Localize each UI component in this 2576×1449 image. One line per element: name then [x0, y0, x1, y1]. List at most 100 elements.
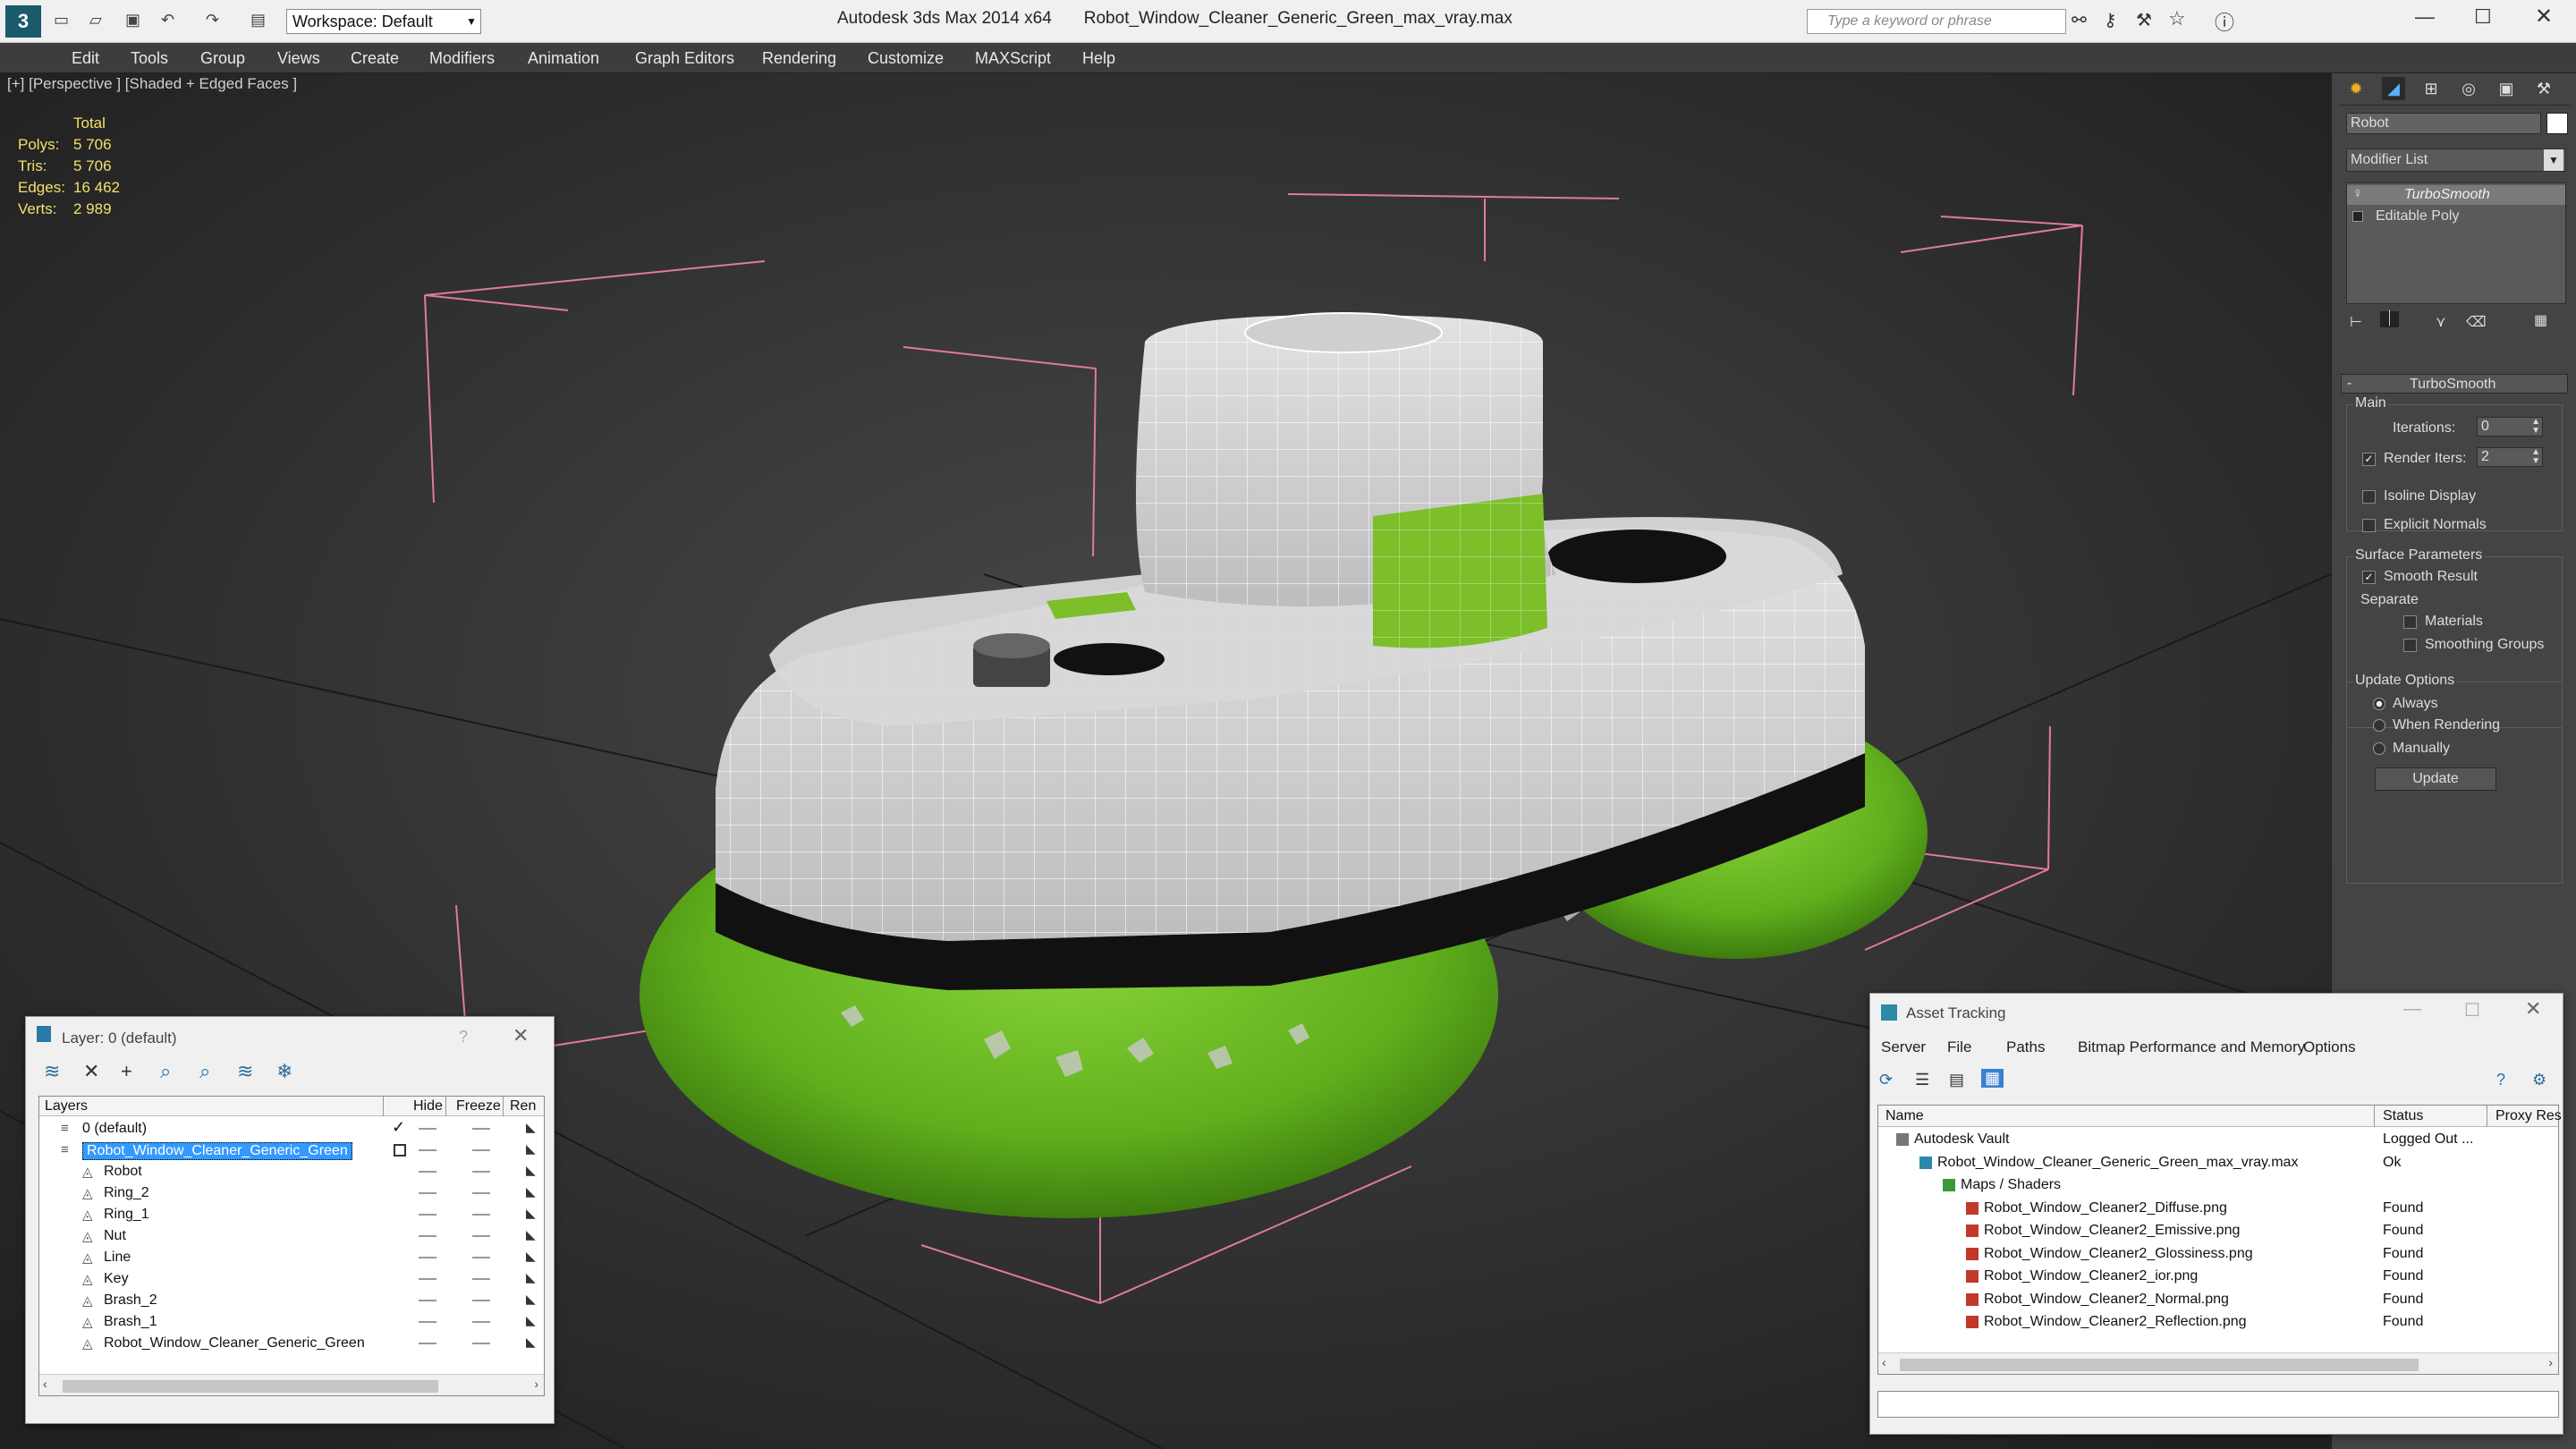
- remove-modifier-icon[interactable]: ⌫: [2466, 313, 2487, 331]
- set-current-layer-icon[interactable]: [394, 1144, 406, 1157]
- smooth-result-checkbox[interactable]: ✓: [2362, 571, 2376, 584]
- render-iters-spinner[interactable]: 2 ▲ ▼: [2477, 447, 2543, 467]
- close-icon[interactable]: ✕: [2535, 4, 2553, 30]
- help-icon[interactable]: ?: [2496, 1071, 2505, 1089]
- layer-freeze-toggle[interactable]: [472, 1343, 490, 1344]
- render-teapot-icon[interactable]: ◣: [526, 1335, 536, 1350]
- layer-hide-toggle[interactable]: [419, 1171, 436, 1173]
- close-icon[interactable]: ✕: [513, 1024, 529, 1047]
- menu-bitmap-performance[interactable]: Bitmap Performance and Memory: [2078, 1038, 2305, 1056]
- hide-all-icon[interactable]: ≋: [237, 1060, 253, 1083]
- asset-row[interactable]: Robot_Window_Cleaner2_Reflection.png Foun…: [1878, 1311, 2558, 1334]
- object-name-field[interactable]: Robot: [2346, 113, 2541, 134]
- spinner-arrows-icon[interactable]: ▲ ▼: [2531, 418, 2540, 436]
- delete-layer-icon[interactable]: ✕: [83, 1060, 99, 1083]
- render-iters-checkbox[interactable]: ✓: [2362, 453, 2376, 466]
- always-radio[interactable]: [2373, 698, 2385, 710]
- col-hide[interactable]: Hide: [413, 1098, 443, 1114]
- modify-tab-icon[interactable]: ◢: [2382, 77, 2405, 100]
- open-file-icon[interactable]: ▱: [89, 11, 102, 30]
- expand-plus-icon[interactable]: [2352, 211, 2363, 222]
- render-teapot-icon[interactable]: ◣: [526, 1184, 536, 1199]
- isoline-checkbox[interactable]: [2362, 490, 2376, 504]
- col-proxy-res[interactable]: Proxy Res: [2496, 1108, 2562, 1124]
- render-teapot-icon[interactable]: ◣: [526, 1120, 536, 1135]
- asset-row[interactable]: Robot_Window_Cleaner2_Normal.png Found: [1878, 1289, 2558, 1311]
- layer-row[interactable]: ◬ Robot ◣: [39, 1161, 544, 1182]
- app-logo-icon[interactable]: 3: [5, 5, 41, 38]
- minimize-icon[interactable]: —: [2415, 5, 2435, 29]
- freeze-all-icon[interactable]: ❄: [276, 1060, 292, 1083]
- close-icon[interactable]: ✕: [2525, 997, 2541, 1021]
- configure-sets-icon[interactable]: ▦: [2534, 311, 2547, 329]
- maximize-icon[interactable]: ☐: [2464, 999, 2480, 1021]
- layer-row[interactable]: ◬ Brash_1 ◣: [39, 1311, 544, 1333]
- layer-hide-toggle[interactable]: [419, 1192, 436, 1194]
- rollout-header[interactable]: - TurboSmooth: [2341, 374, 2568, 394]
- layer-row[interactable]: ◬ Robot_Window_Cleaner_Generic_Green ◣: [39, 1333, 544, 1354]
- motion-tab-icon[interactable]: ◎: [2457, 77, 2480, 100]
- col-layers[interactable]: Layers: [45, 1098, 88, 1114]
- menu-edit[interactable]: Edit: [72, 43, 99, 73]
- manually-radio[interactable]: [2373, 742, 2385, 755]
- hierarchy-tab-icon[interactable]: ⊞: [2419, 77, 2443, 100]
- layer-freeze-toggle[interactable]: [472, 1300, 490, 1301]
- layer-hide-toggle[interactable]: [419, 1300, 436, 1301]
- layer-freeze-toggle[interactable]: [472, 1128, 490, 1130]
- layer-row[interactable]: ◬ Ring_1 ◣: [39, 1204, 544, 1225]
- layer-hide-toggle[interactable]: [419, 1235, 436, 1237]
- render-teapot-icon[interactable]: ◣: [526, 1227, 536, 1242]
- menu-modifiers[interactable]: Modifiers: [429, 43, 495, 73]
- asset-path-field[interactable]: [1877, 1391, 2559, 1418]
- menu-views[interactable]: Views: [277, 43, 320, 73]
- menu-rendering[interactable]: Rendering: [762, 43, 836, 73]
- menu-customize[interactable]: Customize: [868, 43, 944, 73]
- help-icon[interactable]: ⓘ: [2215, 7, 2234, 36]
- layer-freeze-toggle[interactable]: [472, 1192, 490, 1194]
- render-teapot-icon[interactable]: ◣: [526, 1163, 536, 1178]
- asset-row[interactable]: Robot_Window_Cleaner2_Diffuse.png Found: [1878, 1198, 2558, 1220]
- layer-hide-toggle[interactable]: [419, 1214, 436, 1216]
- layer-row[interactable]: ≡ 0 (default) ◣ ✓: [39, 1118, 544, 1140]
- refresh-icon[interactable]: ⟳: [1879, 1071, 1893, 1089]
- menu-group[interactable]: Group: [200, 43, 245, 73]
- menu-paths[interactable]: Paths: [2006, 1038, 2045, 1056]
- layer-freeze-toggle[interactable]: [472, 1149, 490, 1151]
- menu-help[interactable]: Help: [1082, 43, 1115, 73]
- render-teapot-icon[interactable]: ◣: [526, 1313, 536, 1328]
- layer-hide-toggle[interactable]: [419, 1149, 436, 1151]
- smoothing-groups-checkbox[interactable]: [2403, 639, 2417, 652]
- asset-row[interactable]: Robot_Window_Cleaner2_Emissive.png Found: [1878, 1220, 2558, 1242]
- render-teapot-icon[interactable]: ◣: [526, 1270, 536, 1285]
- render-teapot-icon[interactable]: ◣: [526, 1206, 536, 1221]
- show-end-result-icon[interactable]: ⏐: [2380, 311, 2400, 327]
- layer-hide-toggle[interactable]: [419, 1257, 436, 1258]
- layer-freeze-toggle[interactable]: [472, 1278, 490, 1280]
- grid-view-icon[interactable]: ▦: [1981, 1069, 2004, 1088]
- menu-create[interactable]: Create: [351, 43, 399, 73]
- workspace-dropdown[interactable]: Workspace: Default ▼: [286, 9, 481, 34]
- col-status[interactable]: Status: [2383, 1108, 2423, 1124]
- star-icon[interactable]: ☆: [2168, 7, 2186, 30]
- layer-freeze-toggle[interactable]: [472, 1171, 490, 1173]
- layer-hide-toggle[interactable]: [419, 1128, 436, 1130]
- layer-freeze-toggle[interactable]: [472, 1235, 490, 1237]
- pin-stack-icon[interactable]: ⊢: [2350, 313, 2362, 331]
- col-name[interactable]: Name: [1885, 1108, 1924, 1124]
- tools-icon[interactable]: ⚒: [2136, 9, 2152, 31]
- col-render[interactable]: Ren: [510, 1098, 536, 1114]
- modifier-stack[interactable]: ♀ TurboSmooth Editable Poly: [2346, 182, 2566, 304]
- layer-row[interactable]: ◬ Key ◣: [39, 1268, 544, 1290]
- asset-row[interactable]: Robot_Window_Cleaner_Generic_Green_max_v…: [1878, 1152, 2558, 1174]
- asset-row[interactable]: Robot_Window_Cleaner2_ior.png Found: [1878, 1266, 2558, 1288]
- render-teapot-icon[interactable]: ◣: [526, 1249, 536, 1264]
- highlight-layer-icon[interactable]: ⌕: [199, 1060, 210, 1083]
- object-color-swatch[interactable]: [2546, 113, 2568, 134]
- layer-row[interactable]: ◬ Line ◣: [39, 1247, 544, 1268]
- menu-maxscript[interactable]: MAXScript: [975, 43, 1051, 73]
- layer-row[interactable]: ◬ Nut ◣: [39, 1225, 544, 1247]
- make-unique-icon[interactable]: ⋎: [2436, 313, 2446, 331]
- key-icon[interactable]: ⚷: [2104, 9, 2117, 31]
- undo-icon[interactable]: ↶: [161, 11, 174, 30]
- layer-hide-toggle[interactable]: [419, 1278, 436, 1280]
